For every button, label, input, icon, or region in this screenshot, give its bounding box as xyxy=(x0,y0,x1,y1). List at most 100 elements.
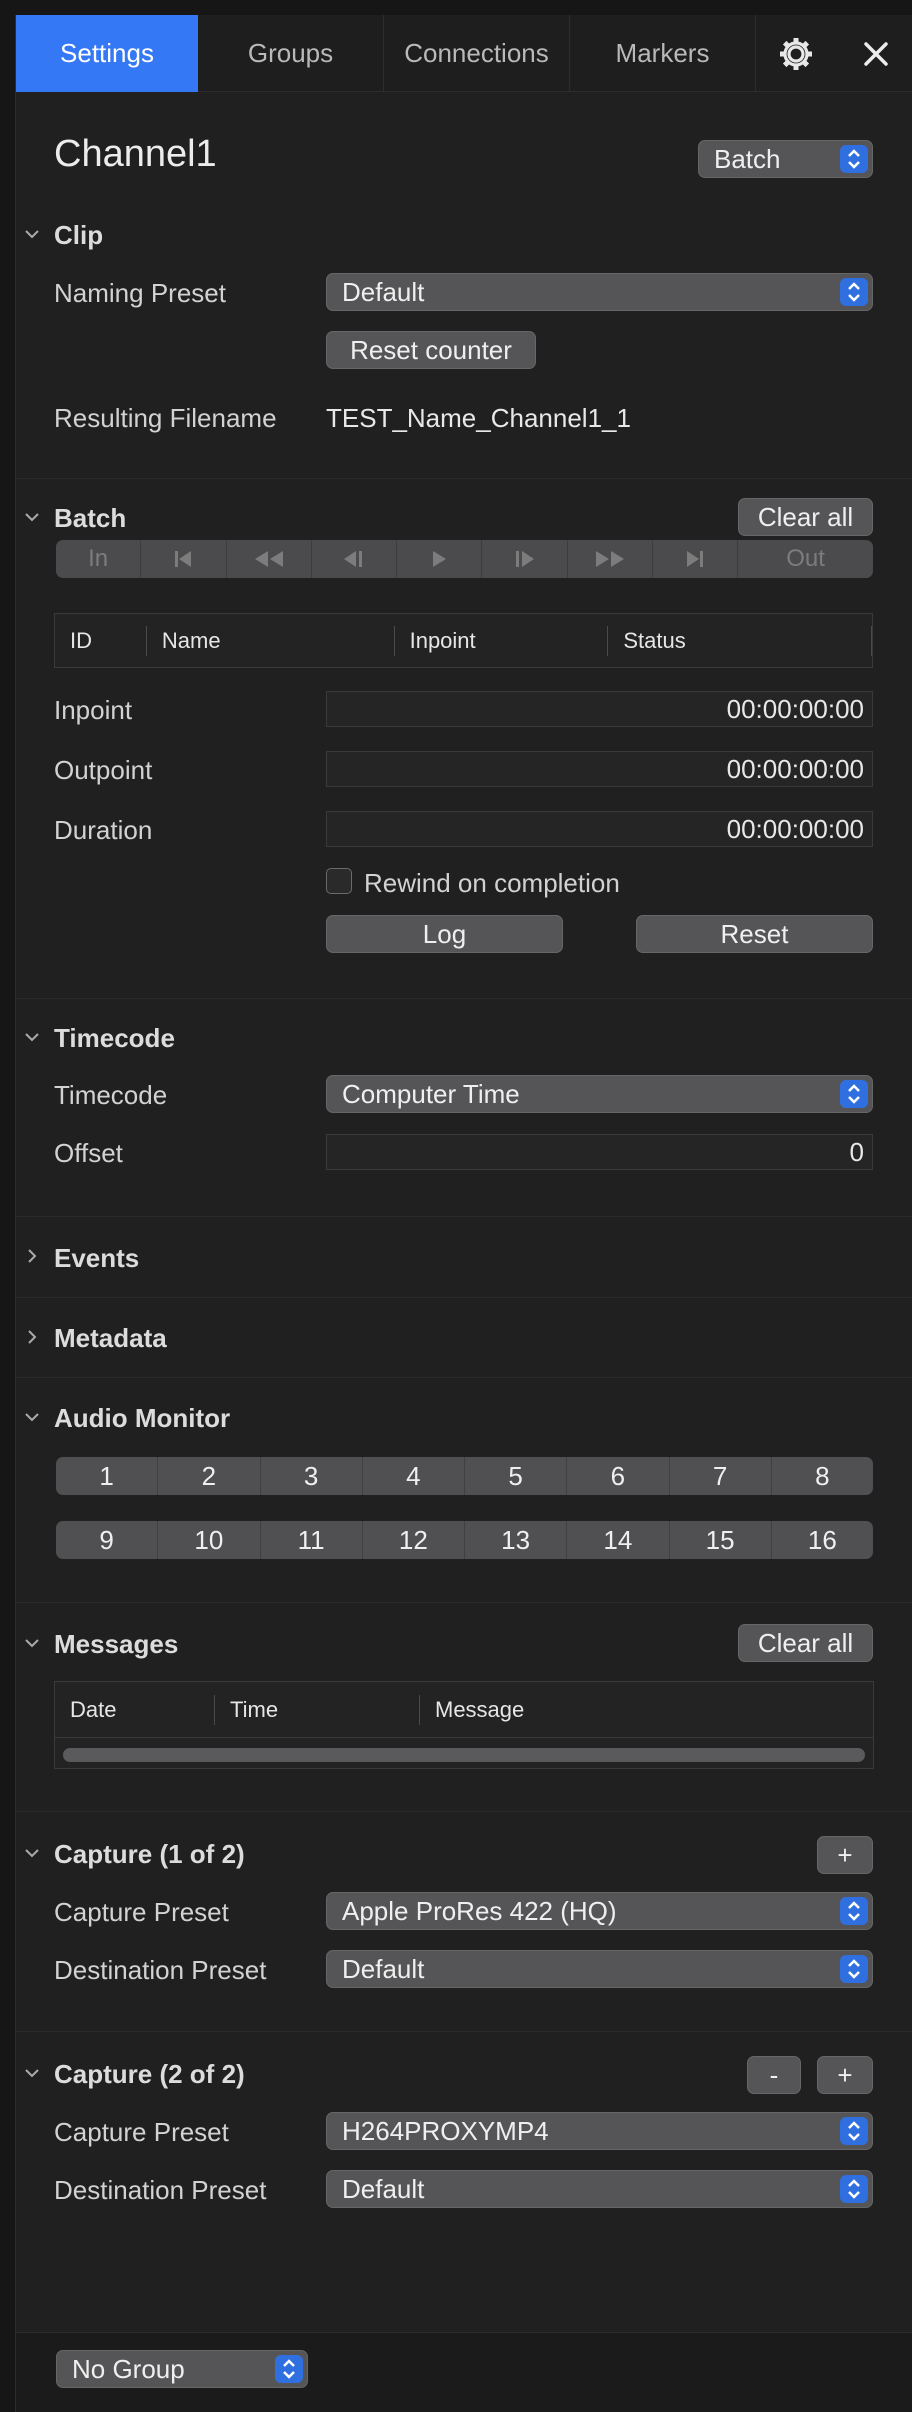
go-to-start-icon[interactable] xyxy=(141,540,227,578)
audio-channel-button[interactable]: 4 xyxy=(363,1457,465,1495)
timecode-select[interactable]: Computer Time xyxy=(326,1075,873,1113)
section-timecode-header[interactable]: Timecode xyxy=(54,1023,175,1054)
capture-preset-label: Capture Preset xyxy=(54,1897,229,1927)
audio-channel-button[interactable]: 8 xyxy=(772,1457,873,1495)
channel-title: Channel1 xyxy=(54,133,217,175)
audio-channel-button[interactable]: 13 xyxy=(465,1521,568,1559)
timecode-label: Timecode xyxy=(54,1080,168,1110)
gear-icon[interactable] xyxy=(761,15,831,92)
reset-button[interactable]: Reset xyxy=(636,915,873,953)
audio-channel-button[interactable]: 15 xyxy=(670,1521,772,1559)
step-forward-icon[interactable] xyxy=(482,540,568,578)
audio-channel-button[interactable]: 9 xyxy=(56,1521,159,1559)
chevron-down-icon[interactable] xyxy=(20,222,44,246)
column-inpoint[interactable]: Inpoint xyxy=(395,625,609,656)
audio-channel-button[interactable]: 10 xyxy=(158,1521,261,1559)
chevron-down-icon[interactable] xyxy=(20,2061,44,2085)
tab-connections[interactable]: Connections xyxy=(384,15,570,92)
rewind-icon[interactable] xyxy=(227,540,312,578)
messages-table: Date Time Message xyxy=(54,1681,874,1769)
mark-in-button[interactable]: In xyxy=(56,540,142,578)
chevron-right-icon[interactable] xyxy=(20,1244,44,1268)
audio-channel-button[interactable]: 7 xyxy=(670,1457,772,1495)
inpoint-field[interactable]: 00:00:00:00 xyxy=(326,691,873,727)
column-time[interactable]: Time xyxy=(215,1694,420,1725)
group-select[interactable]: No Group xyxy=(56,2350,308,2388)
rewind-checkbox[interactable] xyxy=(326,868,352,894)
mark-out-button[interactable]: Out xyxy=(738,540,873,578)
offset-field[interactable]: 0 xyxy=(326,1134,873,1170)
capture-preset-select[interactable]: H264PROXYMP4 xyxy=(326,2112,873,2150)
chevron-down-icon[interactable] xyxy=(20,505,44,529)
capture-preset-value: Apple ProRes 422 (HQ) xyxy=(342,1895,617,1926)
chevron-down-icon[interactable] xyxy=(20,1631,44,1655)
section-clip-header[interactable]: Clip xyxy=(54,220,103,251)
audio-channel-button[interactable]: 16 xyxy=(772,1521,873,1559)
audio-channel-button[interactable]: 2 xyxy=(158,1457,261,1495)
go-to-end-icon[interactable] xyxy=(653,540,739,578)
tab-groups[interactable]: Groups xyxy=(198,15,384,92)
tab-markers[interactable]: Markers xyxy=(570,15,756,92)
audio-channel-button[interactable]: 5 xyxy=(465,1457,568,1495)
audio-channel-button[interactable]: 14 xyxy=(567,1521,670,1559)
naming-preset-select[interactable]: Default xyxy=(326,273,873,311)
add-capture-button[interactable]: + xyxy=(817,2056,873,2094)
up-down-chevron-icon xyxy=(840,278,868,306)
resulting-filename-value: TEST_Name_Channel1_1 xyxy=(326,403,631,433)
tab-settings[interactable]: Settings xyxy=(16,15,198,92)
destination-preset-select[interactable]: Default xyxy=(326,1950,873,1988)
horizontal-scrollbar[interactable] xyxy=(63,1748,865,1762)
audio-channel-button[interactable]: 3 xyxy=(261,1457,363,1495)
outpoint-field[interactable]: 00:00:00:00 xyxy=(326,751,873,787)
up-down-chevron-icon xyxy=(840,2175,868,2203)
play-icon[interactable] xyxy=(397,540,483,578)
section-divider xyxy=(16,1297,912,1298)
audio-channel-button[interactable]: 6 xyxy=(567,1457,670,1495)
close-icon[interactable] xyxy=(841,15,911,92)
channel-mode-value: Batch xyxy=(714,143,781,174)
section-divider xyxy=(16,1216,912,1217)
add-capture-button[interactable]: + xyxy=(817,1836,873,1874)
up-down-chevron-icon xyxy=(840,1080,868,1108)
up-down-chevron-icon xyxy=(840,2117,868,2145)
group-value: No Group xyxy=(72,2353,185,2384)
section-audio-monitor-header[interactable]: Audio Monitor xyxy=(54,1403,230,1434)
tab-bar: Settings Groups Connections Markers xyxy=(16,15,912,92)
section-batch-header[interactable]: Batch xyxy=(54,503,126,534)
duration-field[interactable]: 00:00:00:00 xyxy=(326,811,873,847)
step-back-icon[interactable] xyxy=(312,540,398,578)
log-button[interactable]: Log xyxy=(326,915,563,953)
capture-preset-value: H264PROXYMP4 xyxy=(342,2115,549,2146)
channel-panel: Settings Groups Connections Markers Chan… xyxy=(15,15,912,2412)
chevron-down-icon[interactable] xyxy=(20,1405,44,1429)
duration-label: Duration xyxy=(54,815,153,845)
chevron-down-icon[interactable] xyxy=(20,1025,44,1049)
section-metadata-header[interactable]: Metadata xyxy=(54,1323,167,1354)
chevron-right-icon[interactable] xyxy=(20,1325,44,1349)
section-events-header[interactable]: Events xyxy=(54,1243,139,1274)
capture-preset-select[interactable]: Apple ProRes 422 (HQ) xyxy=(326,1892,873,1930)
column-status[interactable]: Status xyxy=(608,625,872,656)
batch-clear-all-button[interactable]: Clear all xyxy=(738,498,873,536)
fast-forward-icon[interactable] xyxy=(568,540,653,578)
inpoint-label: Inpoint xyxy=(54,695,133,725)
remove-capture-button[interactable]: - xyxy=(747,2056,801,2094)
audio-channel-button[interactable]: 1 xyxy=(56,1457,159,1495)
rewind-label: Rewind on completion xyxy=(364,868,620,898)
section-messages-header[interactable]: Messages xyxy=(54,1629,178,1660)
column-name[interactable]: Name xyxy=(147,625,395,656)
audio-channel-button[interactable]: 11 xyxy=(261,1521,363,1559)
section-divider xyxy=(16,2031,912,2032)
column-id[interactable]: ID xyxy=(55,625,147,656)
channel-mode-select[interactable]: Batch xyxy=(698,140,873,178)
column-message[interactable]: Message xyxy=(420,1695,720,1725)
audio-channel-button[interactable]: 12 xyxy=(363,1521,465,1559)
column-date[interactable]: Date xyxy=(55,1694,215,1725)
reset-counter-button[interactable]: Reset counter xyxy=(326,331,536,369)
section-capture-1-header[interactable]: Capture (1 of 2) xyxy=(54,1839,245,1870)
section-capture-2-header[interactable]: Capture (2 of 2) xyxy=(54,2059,245,2090)
destination-preset-select[interactable]: Default xyxy=(326,2170,873,2208)
chevron-down-icon[interactable] xyxy=(20,1841,44,1865)
offset-label: Offset xyxy=(54,1138,123,1168)
messages-clear-all-button[interactable]: Clear all xyxy=(738,1624,873,1662)
